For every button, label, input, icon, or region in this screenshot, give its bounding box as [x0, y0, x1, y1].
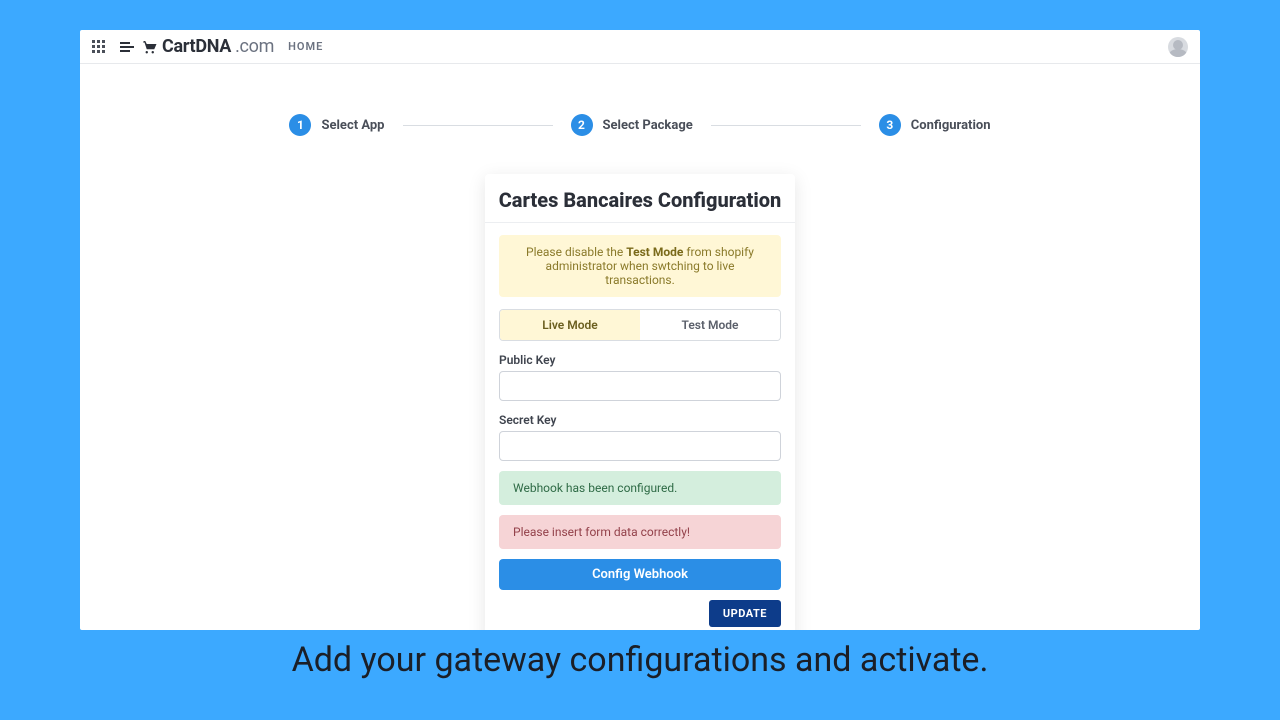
test-mode-tab[interactable]: Test Mode: [640, 310, 780, 340]
avatar-icon[interactable]: [1168, 37, 1188, 57]
config-card: Cartes Bancaires Configuration Please di…: [485, 174, 795, 630]
app-window: CartDNA.com HOME 1 Select App 2 Select P…: [80, 30, 1200, 630]
card-title: Cartes Bancaires Configuration: [485, 174, 795, 223]
public-key-label: Public Key: [499, 353, 781, 367]
brand-logo[interactable]: CartDNA.com: [120, 36, 274, 57]
brand-suffix: .com: [235, 36, 274, 57]
mode-toggle: Live Mode Test Mode: [499, 309, 781, 341]
test-mode-warning: Please disable the Test Mode from shopif…: [499, 235, 781, 297]
secret-key-input[interactable]: [499, 431, 781, 461]
warning-bold: Test Mode: [626, 245, 683, 259]
step-select-app[interactable]: 1 Select App: [289, 114, 384, 136]
nav-home[interactable]: HOME: [288, 40, 323, 53]
warning-pre: Please disable the: [526, 245, 626, 259]
update-button[interactable]: UPDATE: [709, 600, 781, 627]
live-mode-tab[interactable]: Live Mode: [500, 310, 640, 340]
public-key-field: Public Key: [499, 353, 781, 401]
step-label-3: Configuration: [911, 118, 991, 133]
public-key-input[interactable]: [499, 371, 781, 401]
page-caption: Add your gateway configurations and acti…: [0, 640, 1280, 680]
form-error-alert: Please insert form data correctly!: [499, 515, 781, 549]
step-num-2: 2: [571, 114, 593, 136]
step-separator: [403, 125, 553, 126]
cart-icon: [140, 38, 158, 56]
step-separator: [711, 125, 861, 126]
secret-key-field: Secret Key: [499, 413, 781, 461]
webhook-success-alert: Webhook has been configured.: [499, 471, 781, 505]
stepper: 1 Select App 2 Select Package 3 Configur…: [80, 114, 1200, 136]
step-label-2: Select Package: [603, 118, 693, 133]
config-webhook-button[interactable]: Config Webhook: [499, 559, 781, 590]
topbar: CartDNA.com HOME: [80, 30, 1200, 64]
step-label-1: Select App: [321, 118, 384, 133]
apps-grid-icon[interactable]: [92, 40, 106, 54]
brand-name: CartDNA: [162, 36, 231, 57]
step-select-package[interactable]: 2 Select Package: [571, 114, 693, 136]
step-num-1: 1: [289, 114, 311, 136]
secret-key-label: Secret Key: [499, 413, 781, 427]
step-num-3: 3: [879, 114, 901, 136]
logo-bars-icon: [120, 42, 134, 52]
step-configuration[interactable]: 3 Configuration: [879, 114, 991, 136]
